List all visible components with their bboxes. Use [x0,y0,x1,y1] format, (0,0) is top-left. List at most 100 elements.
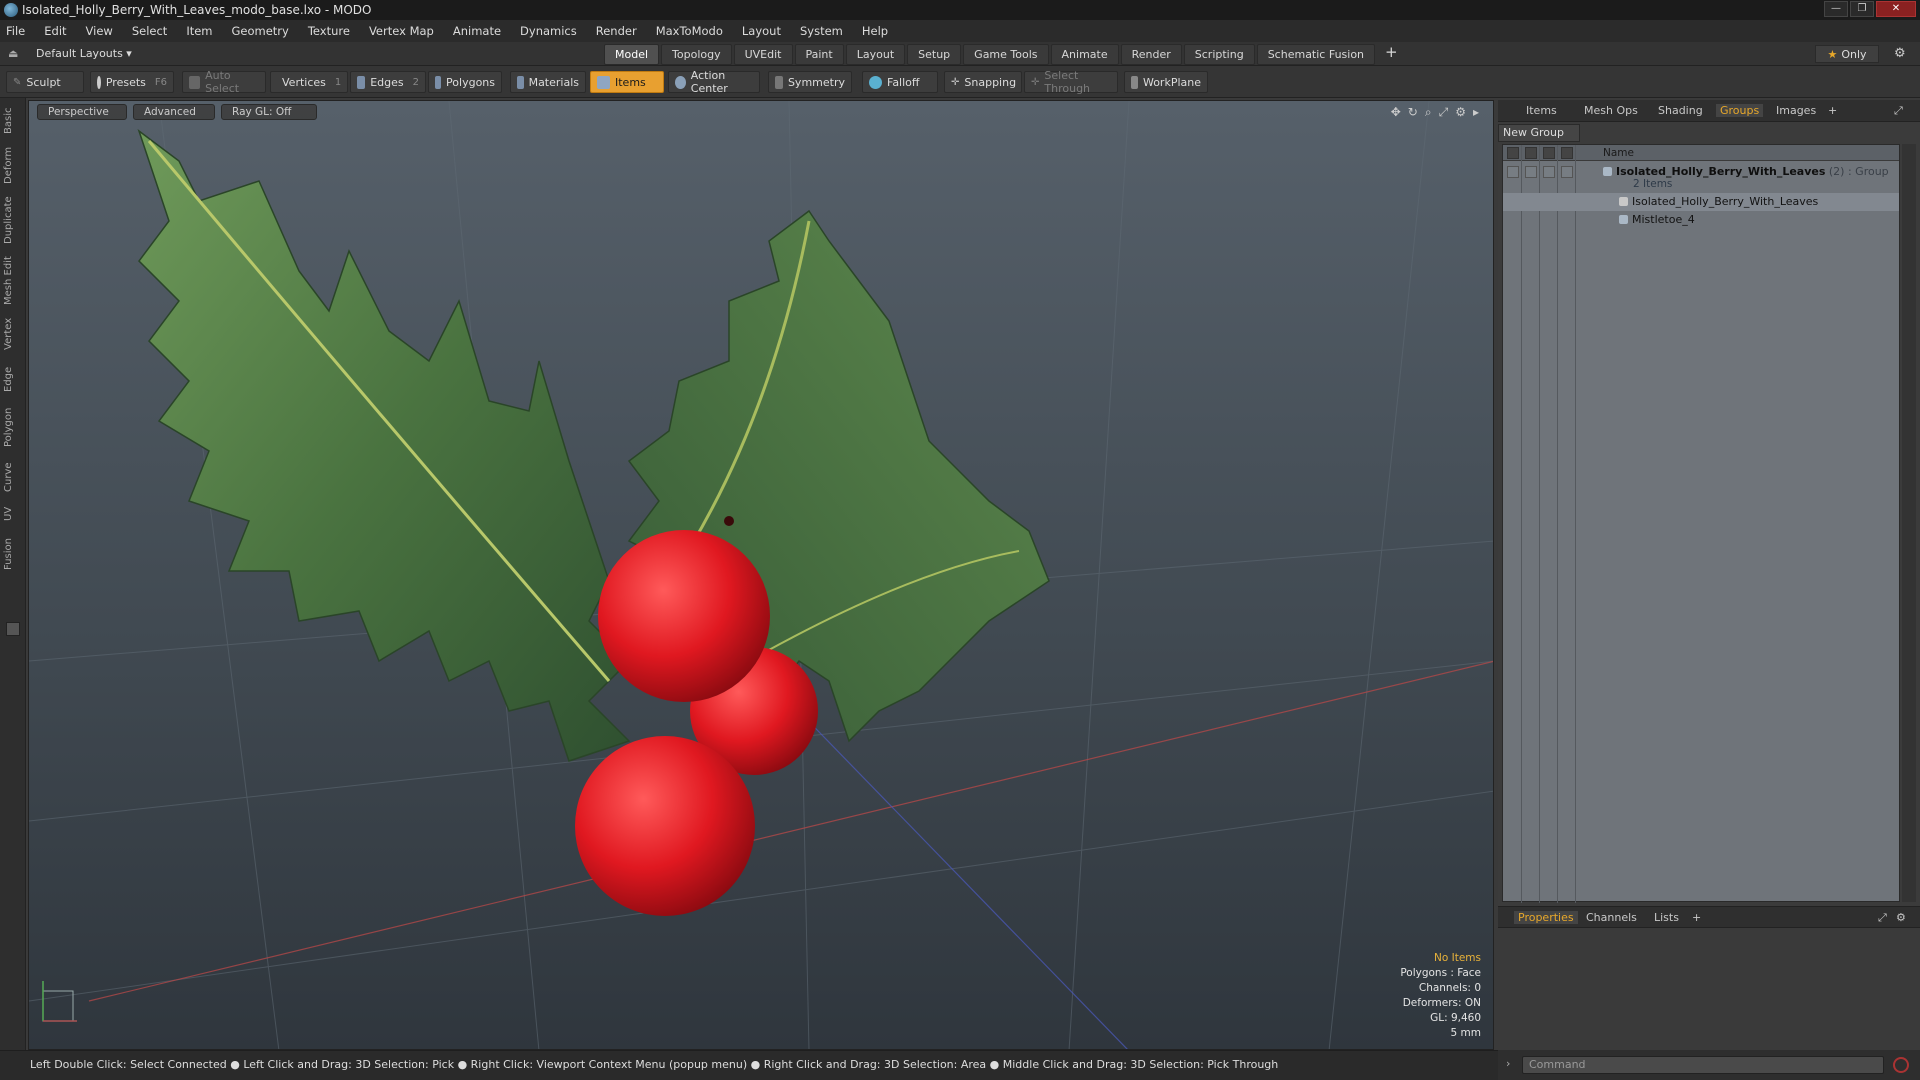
menu-render[interactable]: Render [596,24,637,38]
left-tab-curve[interactable]: Curve [3,458,23,496]
group-select-icon[interactable] [1561,166,1573,178]
expand-arrow-icon[interactable]: ▸ [1473,105,1479,120]
render-column-icon[interactable] [1525,147,1537,159]
items-button[interactable]: Items [590,71,664,93]
menu-help[interactable]: Help [862,24,888,38]
tree-scrollbar[interactable] [1902,144,1916,902]
viewport-settings-icon[interactable]: ⚙ [1455,105,1466,120]
left-panel-toggle[interactable] [6,622,20,636]
menu-view[interactable]: View [86,24,113,38]
tab-groups[interactable]: Groups [1716,104,1764,117]
menu-vertex-map[interactable]: Vertex Map [369,24,434,38]
group-row[interactable]: Isolated_Holly_Berry_With_Leaves (2) : G… [1503,163,1899,191]
menu-animate[interactable]: Animate [453,24,501,38]
group-child-row[interactable]: Isolated_Holly_Berry_With_Leaves [1503,193,1899,211]
add-properties-tab-button[interactable]: + [1692,911,1701,924]
add-panel-tab-button[interactable]: + [1828,104,1837,117]
command-input[interactable]: Command [1522,1056,1884,1074]
tab-mesh-ops[interactable]: Mesh Ops [1584,104,1638,117]
lock-column-icon[interactable] [1543,147,1555,159]
group-render-icon[interactable] [1525,166,1537,178]
left-tab-uv[interactable]: UV [3,502,23,526]
left-tab-duplicate[interactable]: Duplicate [3,194,23,246]
edges-button[interactable]: Edges 2 [350,71,426,93]
left-tab-deform[interactable]: Deform [3,142,23,188]
symmetry-button[interactable]: Symmetry [768,71,852,93]
materials-button[interactable]: Materials [510,71,586,93]
snapping-button[interactable]: ✛ Snapping [944,71,1022,93]
tab-items[interactable]: Items [1526,104,1557,117]
left-tab-vertex[interactable]: Vertex [3,314,23,354]
tab-game-tools[interactable]: Game Tools [963,44,1049,65]
viewport-header: Perspective Advanced Ray GL: Off ✥ ↻ ⌕ ⤢… [29,101,1493,121]
tab-shading[interactable]: Shading [1658,104,1703,117]
sculpt-button[interactable]: ✎ Sculpt [6,71,84,93]
left-tab-fusion[interactable]: Fusion [3,534,23,574]
menu-geometry[interactable]: Geometry [232,24,289,38]
tab-setup[interactable]: Setup [907,44,962,65]
group-lock-icon[interactable] [1543,166,1555,178]
select-through-button[interactable]: ✛ Select Through [1024,69,1118,95]
tab-properties[interactable]: Properties [1514,911,1578,924]
3d-viewport[interactable]: Perspective Advanced Ray GL: Off ✥ ↻ ⌕ ⤢… [28,100,1494,1050]
left-tool-tabs: Basic Deform Duplicate Mesh Edit Vertex … [0,98,26,1050]
layout-arrow-icon[interactable]: ⏏ [8,47,18,60]
tab-scripting[interactable]: Scripting [1183,44,1255,65]
raygl-button[interactable]: Ray GL: Off [221,104,317,120]
tab-uvedit[interactable]: UVEdit [733,44,793,65]
command-arrow-icon[interactable]: › [1506,1057,1510,1070]
rotate-icon[interactable]: ↻ [1408,105,1418,120]
panel-expand-icon[interactable]: ⤢ [1894,104,1903,118]
left-tab-edge[interactable]: Edge [3,362,23,396]
visibility-column-icon[interactable] [1507,147,1519,159]
left-tab-basic[interactable]: Basic [3,106,23,136]
menu-system[interactable]: System [800,24,843,38]
zoom-icon[interactable]: ⌕ [1425,105,1432,120]
pan-icon[interactable]: ✥ [1391,105,1401,120]
tab-animate[interactable]: Animate [1050,44,1119,65]
workplane-button[interactable]: WorkPlane [1124,71,1208,93]
close-icon[interactable]: ✕ [1876,1,1916,17]
tab-layout[interactable]: Layout [845,44,906,65]
new-group-button[interactable]: New Group [1498,124,1580,142]
maximize-viewport-icon[interactable]: ⤢ [1439,105,1449,120]
menu-texture[interactable]: Texture [308,24,350,38]
presets-button[interactable]: Presets F6 [90,71,174,93]
group-visibility-icon[interactable] [1507,166,1519,178]
tab-channels[interactable]: Channels [1586,911,1637,924]
properties-expand-icon[interactable]: ⤢ [1878,911,1887,925]
tab-model[interactable]: Model [604,44,660,65]
only-button[interactable]: ★ Only [1815,45,1879,63]
view-mode-button[interactable]: Perspective [37,104,127,120]
menu-select[interactable]: Select [132,24,167,38]
left-tab-mesh-edit[interactable]: Mesh Edit [3,254,23,308]
menu-file[interactable]: File [6,24,25,38]
tab-topology[interactable]: Topology [661,44,732,65]
gear-icon[interactable]: ⚙ [1894,46,1906,61]
action-center-button[interactable]: Action Center [668,69,760,95]
maximize-icon[interactable]: ❐ [1850,1,1874,17]
shading-mode-button[interactable]: Advanced [133,104,215,120]
menu-maxtomodo[interactable]: MaxToModo [656,24,723,38]
menu-edit[interactable]: Edit [44,24,66,38]
minimize-icon[interactable]: — [1824,1,1848,17]
tab-images[interactable]: Images [1776,104,1816,117]
properties-gear-icon[interactable]: ⚙ [1896,911,1906,924]
group-child-row[interactable]: Mistletoe_4 [1503,211,1899,229]
select-column-icon[interactable] [1561,147,1573,159]
record-icon[interactable] [1893,1057,1909,1073]
layout-select[interactable]: Default Layouts ▾ [36,47,132,60]
falloff-button[interactable]: Falloff [862,71,938,93]
menu-layout[interactable]: Layout [742,24,781,38]
left-tab-polygon[interactable]: Polygon [3,402,23,452]
tab-render[interactable]: Render [1120,44,1182,65]
menu-dynamics[interactable]: Dynamics [520,24,577,38]
tab-paint[interactable]: Paint [794,44,844,65]
add-tab-button[interactable]: + [1377,44,1406,65]
tab-lists[interactable]: Lists [1654,911,1679,924]
polygons-button[interactable]: Polygons [428,71,502,93]
tab-schematic-fusion[interactable]: Schematic Fusion [1256,44,1376,65]
vertices-button[interactable]: Vertices 1 [270,71,348,93]
menu-item[interactable]: Item [186,24,212,38]
auto-select-button[interactable]: Auto Select [182,69,266,95]
